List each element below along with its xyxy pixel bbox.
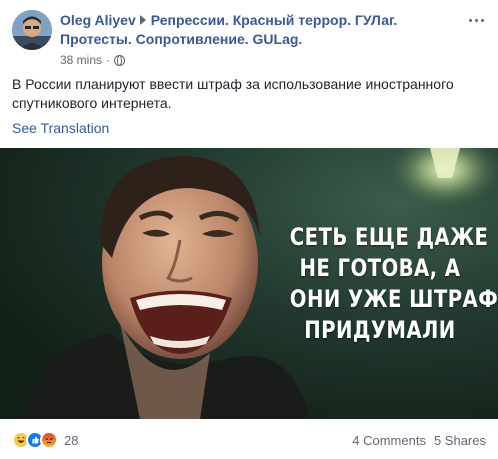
more-dot bbox=[480, 18, 484, 22]
more-dot bbox=[468, 18, 472, 22]
meme-caption-line: ПРИДУМАЛИ bbox=[304, 316, 456, 344]
shares-count-link[interactable]: 5 Shares bbox=[434, 433, 486, 448]
engagement-stats: 4 Comments 5 Shares bbox=[352, 433, 486, 448]
meta-separator: · bbox=[106, 53, 111, 67]
reaction-count[interactable]: 28 bbox=[64, 433, 78, 448]
reactions-summary[interactable] bbox=[12, 431, 58, 449]
meme-caption: СЕТЬ ЕЩЕ ДАЖЕ НЕ ГОТОВА, А ОНИ УЖЕ ШТРАФ… bbox=[289, 222, 498, 346]
post-body-text: В России планируют ввести штраф за испол… bbox=[12, 76, 454, 111]
more-dot bbox=[474, 18, 478, 22]
caret-right-icon bbox=[139, 15, 146, 25]
post-footer: 28 4 Comments 5 Shares bbox=[12, 428, 486, 452]
post-header: Oleg Aliyev Репрессии. Красный террор. ГУ… bbox=[12, 10, 486, 70]
see-translation-link[interactable]: See Translation bbox=[12, 120, 109, 136]
angry-icon bbox=[40, 431, 58, 449]
post-meta: 38 mins · bbox=[60, 53, 126, 67]
comments-count-link[interactable]: 4 Comments bbox=[352, 433, 426, 448]
post-image[interactable]: СЕТЬ ЕЩЕ ДАЖЕ НЕ ГОТОВА, А ОНИ УЖЕ ШТРАФ… bbox=[0, 148, 498, 419]
globe-icon[interactable] bbox=[114, 54, 126, 66]
author-link[interactable]: Oleg Aliyev bbox=[60, 12, 136, 28]
meme-caption-line: НЕ ГОТОВА, А bbox=[299, 254, 461, 282]
meme-caption-line: ОНИ УЖЕ ШТРАФ bbox=[289, 285, 498, 313]
meme-caption-line: СЕТЬ ЕЩЕ ДАЖЕ bbox=[289, 223, 489, 251]
author-avatar[interactable] bbox=[12, 10, 52, 50]
post-timestamp[interactable]: 38 mins bbox=[60, 53, 102, 67]
post-title: Oleg Aliyev Репрессии. Красный террор. ГУ… bbox=[60, 11, 460, 49]
more-options-button[interactable] bbox=[466, 12, 486, 28]
